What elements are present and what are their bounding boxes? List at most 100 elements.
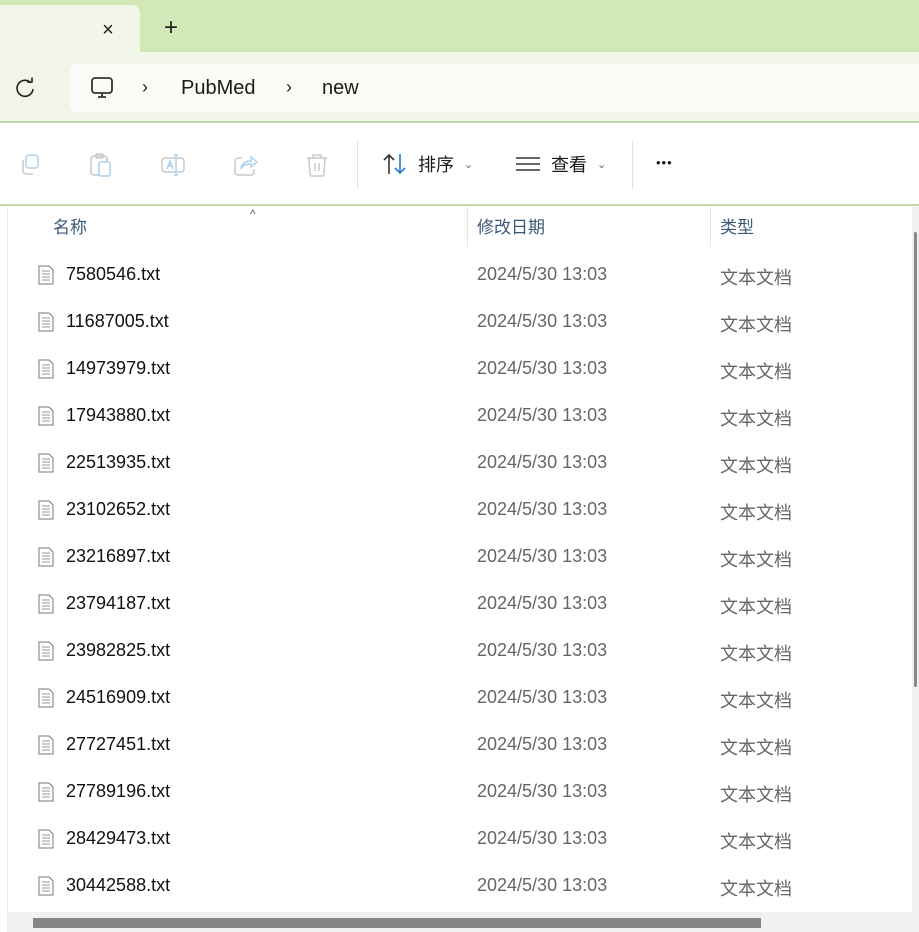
file-date: 2024/5/30 13:03 (477, 264, 608, 284)
new-tab-icon[interactable]: + (164, 16, 178, 40)
file-type: 文本文档 (720, 832, 792, 852)
command-bar: 排序 ⌄ 查看 ⌄ ••• (0, 125, 919, 206)
chevron-right-icon[interactable]: › (286, 77, 292, 98)
text-file-icon (38, 359, 54, 379)
file-row[interactable]: 23216897.txt 2024/5/30 13:03 文本文档 (8, 536, 913, 583)
file-date: 2024/5/30 13:03 (477, 734, 608, 754)
file-type: 文本文档 (720, 268, 792, 288)
file-date: 2024/5/30 13:03 (477, 499, 608, 519)
text-file-icon (38, 829, 54, 849)
chevron-down-icon: ⌄ (597, 158, 607, 171)
file-name[interactable]: 27727451.txt (66, 734, 170, 755)
address-bar[interactable]: › PubMed › new (70, 64, 919, 112)
file-row[interactable]: 27789196.txt 2024/5/30 13:03 文本文档 (8, 771, 913, 818)
file-row[interactable]: 22513935.txt 2024/5/30 13:03 文本文档 (8, 442, 913, 489)
file-name[interactable]: 14973979.txt (66, 358, 170, 379)
file-name[interactable]: 17943880.txt (66, 405, 170, 426)
chevron-right-icon[interactable]: › (142, 77, 148, 98)
breadcrumb-pubmed[interactable]: PubMed (181, 77, 256, 100)
text-file-icon (38, 782, 54, 802)
text-file-icon (38, 406, 54, 426)
file-type: 文本文档 (720, 785, 792, 805)
file-type: 文本文档 (720, 879, 792, 899)
file-row[interactable]: 7580546.txt 2024/5/30 13:03 文本文档 (8, 254, 913, 301)
file-row[interactable]: 23794187.txt 2024/5/30 13:03 文本文档 (8, 583, 913, 630)
file-name[interactable]: 24516909.txt (66, 687, 170, 708)
column-divider[interactable] (710, 207, 711, 247)
close-tab-icon[interactable]: × (98, 20, 118, 40)
horizontal-scroll-thumb[interactable] (33, 918, 761, 928)
file-row[interactable]: 23982825.txt 2024/5/30 13:03 文本文档 (8, 630, 913, 677)
file-name[interactable]: 11687005.txt (66, 311, 169, 332)
file-date: 2024/5/30 13:03 (477, 405, 608, 425)
delete-icon[interactable] (304, 152, 330, 178)
file-type: 文本文档 (720, 315, 792, 335)
file-type: 文本文档 (720, 503, 792, 523)
refresh-icon[interactable] (14, 77, 36, 99)
file-row[interactable]: 24516909.txt 2024/5/30 13:03 文本文档 (8, 677, 913, 724)
file-date: 2024/5/30 13:03 (477, 687, 608, 707)
file-name[interactable]: 22513935.txt (66, 452, 170, 473)
paste-icon[interactable] (88, 152, 114, 178)
file-name[interactable]: 23794187.txt (66, 593, 170, 614)
file-name[interactable]: 30442588.txt (66, 875, 170, 896)
tab-current[interactable]: × (0, 5, 140, 52)
file-row[interactable]: 27727451.txt 2024/5/30 13:03 文本文档 (8, 724, 913, 771)
text-file-icon (38, 312, 54, 332)
text-file-icon (38, 594, 54, 614)
text-file-icon (38, 641, 54, 661)
file-name[interactable]: 28429473.txt (66, 828, 170, 849)
column-header-date[interactable]: 修改日期 (477, 207, 545, 245)
text-file-icon (38, 265, 54, 285)
file-row[interactable]: 17943880.txt 2024/5/30 13:03 文本文档 (8, 395, 913, 442)
file-type: 文本文档 (720, 691, 792, 711)
file-date: 2024/5/30 13:03 (477, 546, 608, 566)
file-name[interactable]: 23982825.txt (66, 640, 170, 661)
horizontal-scrollbar[interactable] (7, 912, 919, 932)
toolbar-divider (357, 141, 358, 189)
column-divider[interactable] (467, 207, 468, 247)
copy-icon[interactable] (17, 152, 43, 178)
file-row[interactable]: 30442588.txt 2024/5/30 13:03 文本文档 (8, 865, 913, 912)
file-name[interactable]: 23102652.txt (66, 499, 170, 520)
text-file-icon (38, 547, 54, 567)
text-file-icon (38, 453, 54, 473)
file-name[interactable]: 27789196.txt (66, 781, 170, 802)
file-type: 文本文档 (720, 550, 792, 570)
navigation-bar: › PubMed › new (0, 52, 919, 123)
rename-icon[interactable] (160, 152, 186, 178)
breadcrumb-new[interactable]: new (322, 77, 359, 100)
vertical-scroll-thumb[interactable] (914, 232, 917, 687)
file-name[interactable]: 23216897.txt (66, 546, 170, 567)
column-header-type[interactable]: 类型 (720, 207, 754, 245)
sort-label: 排序 (418, 155, 454, 175)
text-file-icon (38, 500, 54, 520)
file-type: 文本文档 (720, 409, 792, 429)
chevron-down-icon: ⌄ (464, 158, 474, 171)
file-row[interactable]: 14973979.txt 2024/5/30 13:03 文本文档 (8, 348, 913, 395)
file-date: 2024/5/30 13:03 (477, 781, 608, 801)
file-type: 文本文档 (720, 362, 792, 382)
view-button[interactable]: 查看 ⌄ (515, 151, 606, 177)
sort-button[interactable]: 排序 ⌄ (382, 151, 473, 177)
file-date: 2024/5/30 13:03 (477, 828, 608, 848)
file-list: ^ 名称 修改日期 类型 7580546.txt 2024/5/30 13:03 文… (7, 207, 912, 912)
share-icon[interactable] (232, 152, 258, 178)
file-row[interactable]: 11687005.txt 2024/5/30 13:03 文本文档 (8, 301, 913, 348)
file-name[interactable]: 7580546.txt (66, 264, 160, 285)
list-view-icon (516, 157, 540, 171)
more-options-icon[interactable]: ••• (656, 155, 673, 170)
column-header-name[interactable]: 名称 (53, 207, 87, 245)
file-type: 文本文档 (720, 597, 792, 617)
file-type: 文本文档 (720, 456, 792, 476)
this-pc-icon[interactable] (90, 76, 114, 100)
file-row[interactable]: 28429473.txt 2024/5/30 13:03 文本文档 (8, 818, 913, 865)
vertical-scrollbar[interactable] (912, 207, 919, 912)
sort-icon (383, 153, 406, 175)
text-file-icon (38, 688, 54, 708)
file-type: 文本文档 (720, 738, 792, 758)
file-type: 文本文档 (720, 644, 792, 664)
file-date: 2024/5/30 13:03 (477, 452, 608, 472)
file-row[interactable]: 23102652.txt 2024/5/30 13:03 文本文档 (8, 489, 913, 536)
text-file-icon (38, 876, 54, 896)
